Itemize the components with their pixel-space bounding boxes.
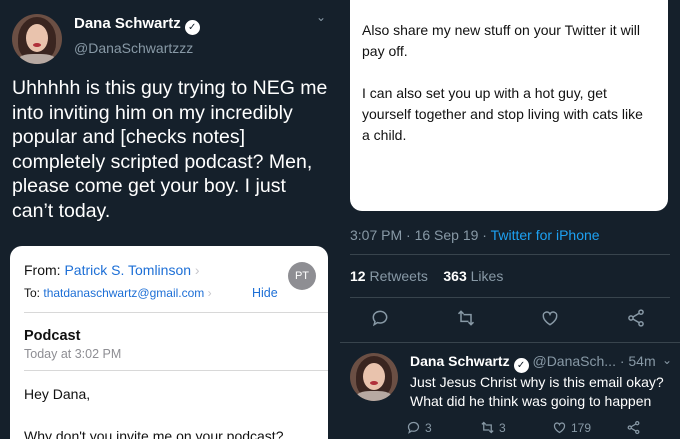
email-to-address: thatdanaschwartz@gmail.com xyxy=(43,286,205,300)
author-name-text[interactable]: Dana Schwartz xyxy=(74,15,181,32)
tweet-stats: 12 Retweets 363 Likes xyxy=(350,268,503,284)
divider xyxy=(24,370,328,371)
likes-label[interactable]: Likes xyxy=(471,268,504,284)
retweet-count: 3 xyxy=(499,421,506,435)
email-body-line: Why don't you invite me on your podcast? xyxy=(24,428,284,439)
chevron-right-icon: › xyxy=(207,286,212,300)
reply-author-name[interactable]: Dana Schwartz xyxy=(410,353,510,369)
like-count: 179 xyxy=(571,421,592,435)
email-from-row: From: Patrick S. Tomlinson › xyxy=(24,262,200,278)
divider xyxy=(24,312,328,313)
reply-author-avatar[interactable] xyxy=(350,353,398,401)
divider xyxy=(350,254,670,255)
retweets-count[interactable]: 12 xyxy=(350,268,366,284)
email-paragraph: I can also set you up with a hot guy, ge… xyxy=(362,85,643,143)
retweet-icon xyxy=(481,421,494,434)
chevron-down-icon[interactable]: ⌄ xyxy=(316,10,326,24)
verified-badge-icon: ✓ xyxy=(513,358,529,373)
email-screenshot-card[interactable]: From: Patrick S. Tomlinson › To: thatdan… xyxy=(10,246,328,439)
reply-meta[interactable]: @DanaSch... · 54m xyxy=(532,353,655,369)
email-to-label: To: xyxy=(24,286,41,300)
right-panel: Also share my new stuff on your Twitter … xyxy=(340,0,680,439)
reply-icon[interactable] xyxy=(368,308,392,332)
email-from-name: Patrick S. Tomlinson xyxy=(64,262,192,278)
verified-badge-icon: ✓ xyxy=(184,20,200,35)
tweet-time[interactable]: 3:07 PM · 16 Sep 19 · xyxy=(350,227,491,243)
likes-count[interactable]: 363 xyxy=(443,268,466,284)
email-from-label: From: xyxy=(24,262,61,278)
tweet-text: Uhhhhh is this guy trying to NEG me into… xyxy=(12,77,328,222)
author-handle[interactable]: @DanaSchwartzzz xyxy=(74,40,193,56)
reply-icon xyxy=(407,421,420,434)
reply-like-button[interactable]: 179 xyxy=(552,419,591,437)
email-screenshot-card-continued[interactable]: Also share my new stuff on your Twitter … xyxy=(350,0,668,211)
reply-action-bar: 3 3 179 xyxy=(406,419,676,437)
reply-count: 3 xyxy=(425,421,432,435)
share-icon[interactable] xyxy=(624,308,648,332)
email-subject: Podcast xyxy=(24,328,81,344)
sender-avatar-initials: PT xyxy=(288,262,316,290)
reply-retweet-button[interactable]: 3 xyxy=(480,419,506,437)
divider xyxy=(350,297,670,298)
email-to-row: To: thatdanaschwartz@gmail.com › xyxy=(24,286,212,300)
email-hide-link: Hide xyxy=(252,286,278,300)
reply-share-button[interactable] xyxy=(626,419,645,437)
share-icon xyxy=(627,420,640,435)
retweet-icon[interactable] xyxy=(454,308,478,332)
email-greeting: Hey Dana, xyxy=(24,386,91,402)
email-paragraph: Also share my new stuff on your Twitter … xyxy=(362,22,641,59)
reply-header: Dana Schwartz ✓ @DanaSch... · 54m xyxy=(410,353,656,373)
tweet-timestamp: 3:07 PM · 16 Sep 19 · Twitter for iPhone xyxy=(350,227,600,243)
reply-tweet[interactable]: Dana Schwartz ✓ @DanaSch... · 54m ⌄ Just … xyxy=(340,342,680,439)
chevron-right-icon: › xyxy=(194,262,200,278)
author-avatar[interactable] xyxy=(12,14,62,64)
tweet-action-bar xyxy=(340,308,680,332)
tweet-source-link[interactable]: Twitter for iPhone xyxy=(491,227,600,243)
email-date: Today at 3:02 PM xyxy=(24,347,122,361)
author-name[interactable]: Dana Schwartz ✓ xyxy=(74,15,200,35)
reply-reply-button[interactable]: 3 xyxy=(406,419,432,437)
left-panel: Dana Schwartz ✓ @DanaSchwartzzz ⌄ Uhhhhh … xyxy=(0,0,340,439)
heart-icon xyxy=(553,422,566,434)
heart-icon[interactable] xyxy=(538,308,562,332)
chevron-down-icon[interactable]: ⌄ xyxy=(662,353,672,367)
retweets-label[interactable]: Retweets xyxy=(369,268,427,284)
reply-text: Just Jesus Christ why is this email okay… xyxy=(410,374,664,409)
